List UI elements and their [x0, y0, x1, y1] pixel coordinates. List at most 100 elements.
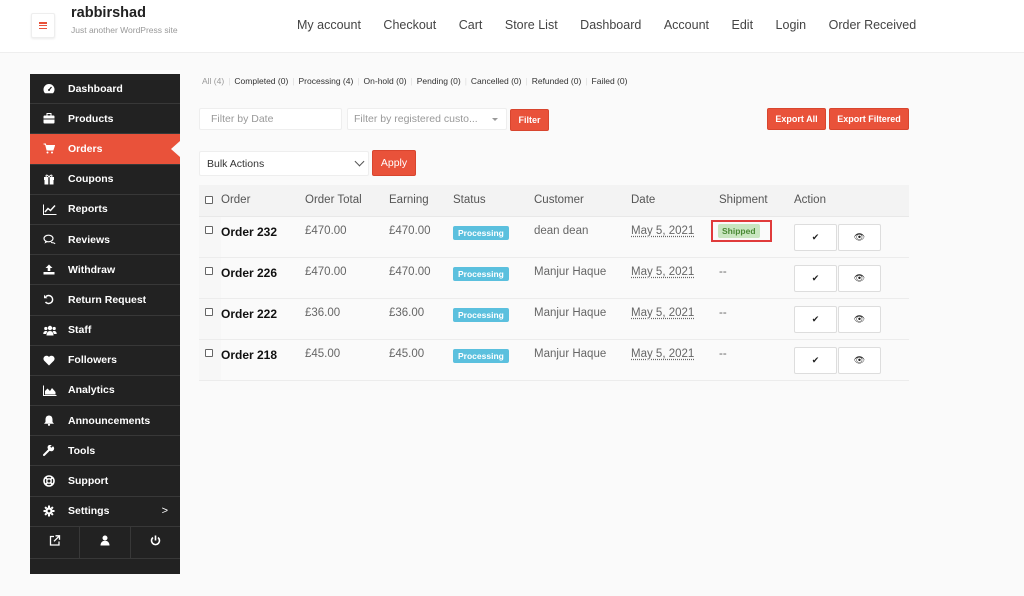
- visit-store-button[interactable]: [30, 526, 81, 558]
- col-order-total[interactable]: Order Total: [305, 185, 389, 217]
- sidebar-item-label: Coupons: [68, 173, 114, 186]
- status-filter-pending[interactable]: Pending (0): [417, 76, 461, 86]
- nav-edit[interactable]: Edit: [732, 18, 754, 32]
- col-date[interactable]: Date: [631, 185, 719, 217]
- nav-account[interactable]: Account: [664, 18, 709, 32]
- separator: |: [228, 76, 231, 86]
- sidebar-item-withdraw[interactable]: Withdraw: [30, 255, 180, 286]
- customer-filter-select[interactable]: Filter by registered custo...: [347, 108, 507, 130]
- col-earning[interactable]: Earning: [389, 185, 453, 217]
- apply-button[interactable]: Apply: [372, 150, 416, 176]
- sidebar-item-return-request[interactable]: Return Request: [30, 285, 180, 316]
- order-link[interactable]: Order 226: [221, 266, 277, 280]
- col-status[interactable]: Status: [453, 185, 534, 217]
- user-icon: [100, 533, 110, 551]
- order-total: £45.00: [305, 339, 389, 381]
- view-order-button[interactable]: 👁: [838, 346, 881, 374]
- sidebar-item-analytics[interactable]: Analytics: [30, 376, 180, 407]
- export-filtered-button[interactable]: Export Filtered: [829, 108, 909, 130]
- row-select-cell: [199, 298, 221, 340]
- col-customer[interactable]: Customer: [534, 185, 631, 217]
- sidebar-item-coupons[interactable]: Coupons: [30, 165, 180, 195]
- order-link[interactable]: Order 232: [221, 225, 277, 239]
- view-order-button[interactable]: 👁: [838, 264, 881, 292]
- col-shipment: Shipment: [719, 185, 794, 217]
- main-nav: My account Checkout Cart Store List Dash…: [297, 18, 939, 32]
- menu-toggle-button[interactable]: [31, 13, 55, 38]
- order-earning: £470.00: [389, 216, 453, 258]
- status-badge: Processing: [453, 307, 509, 322]
- status-filter-cancelled[interactable]: Cancelled (0): [471, 76, 522, 86]
- shipment-status: --: [719, 298, 794, 340]
- shipment-badge: Shipped: [718, 223, 760, 238]
- filter-button[interactable]: Filter: [510, 109, 549, 131]
- edit-account-button[interactable]: [80, 526, 131, 558]
- complete-order-button[interactable]: ✔: [794, 346, 837, 374]
- separator: |: [525, 76, 528, 86]
- view-order-button[interactable]: 👁: [838, 305, 881, 333]
- separator: |: [292, 76, 295, 86]
- view-order-button[interactable]: 👁: [838, 223, 881, 251]
- separator: |: [464, 76, 467, 86]
- sidebar-item-staff[interactable]: Staff: [30, 316, 180, 346]
- chevron-down-icon: [354, 156, 365, 167]
- logout-button[interactable]: [131, 527, 180, 558]
- sidebar-item-products[interactable]: Products: [30, 104, 180, 135]
- row-checkbox[interactable]: [205, 266, 213, 275]
- cart-icon: [30, 143, 68, 154]
- sidebar-item-label: Staff: [68, 324, 92, 337]
- order-status-filter: All (4) | Completed (0) | Processing (4) | …: [202, 76, 627, 86]
- nav-my-account[interactable]: My account: [297, 18, 361, 32]
- external-link-icon: [49, 533, 61, 551]
- complete-order-button[interactable]: ✔: [794, 223, 837, 251]
- date-filter-input[interactable]: Filter by Date: [199, 108, 342, 130]
- nav-login[interactable]: Login: [776, 18, 807, 32]
- separator: |: [410, 76, 413, 86]
- dashboard-icon: [30, 83, 68, 94]
- nav-store-list[interactable]: Store List: [505, 18, 558, 32]
- sidebar-item-settings[interactable]: Settings >: [30, 497, 180, 527]
- nav-order-received[interactable]: Order Received: [829, 18, 917, 32]
- complete-order-button[interactable]: ✔: [794, 305, 837, 333]
- sidebar-item-support[interactable]: Support: [30, 466, 180, 497]
- briefcase-icon: [30, 113, 68, 124]
- order-customer: Manjur Haque: [534, 257, 631, 299]
- order-customer: dean dean: [534, 216, 631, 258]
- sidebar-item-reviews[interactable]: Reviews: [30, 225, 180, 256]
- sidebar-item-followers[interactable]: Followers: [30, 346, 180, 376]
- upload-icon: [30, 264, 68, 275]
- sidebar-item-label: Products: [68, 112, 114, 125]
- sidebar-item-reports[interactable]: Reports: [30, 195, 180, 225]
- site-title[interactable]: rabbirshad: [71, 5, 146, 21]
- table-row: Order 222 £36.00 £36.00 Processing Manju…: [199, 298, 909, 340]
- nav-cart[interactable]: Cart: [459, 18, 483, 32]
- status-filter-refunded[interactable]: Refunded (0): [532, 76, 582, 86]
- nav-checkout[interactable]: Checkout: [383, 18, 436, 32]
- sidebar-item-orders[interactable]: Orders: [30, 134, 180, 165]
- status-filter-on-hold[interactable]: On-hold (0): [364, 76, 407, 86]
- sidebar-item-tools[interactable]: Tools: [30, 436, 180, 467]
- shipment-status: --: [719, 339, 794, 381]
- sidebar-item-announcements[interactable]: Announcements: [30, 406, 180, 437]
- order-link[interactable]: Order 222: [221, 307, 277, 321]
- row-checkbox[interactable]: [205, 307, 213, 316]
- row-checkbox[interactable]: [205, 348, 213, 357]
- row-checkbox[interactable]: [205, 225, 213, 234]
- table-row: Order 232 £470.00 £470.00 Processing dea…: [199, 216, 909, 258]
- shipment-status: --: [719, 257, 794, 299]
- export-all-button[interactable]: Export All: [767, 108, 826, 130]
- complete-order-button[interactable]: ✔: [794, 264, 837, 292]
- sidebar-item-dashboard[interactable]: Dashboard: [30, 74, 180, 105]
- status-filter-failed[interactable]: Failed (0): [592, 76, 628, 86]
- status-filter-all[interactable]: All (4): [202, 76, 224, 86]
- col-order[interactable]: Order: [221, 185, 305, 217]
- select-all-checkbox[interactable]: [205, 195, 213, 204]
- status-filter-processing[interactable]: Processing (4): [299, 76, 354, 86]
- life-ring-icon: [30, 475, 68, 487]
- bulk-actions-select[interactable]: Bulk Actions: [199, 151, 369, 176]
- status-filter-completed[interactable]: Completed (0): [234, 76, 288, 86]
- check-icon: ✔: [811, 354, 820, 365]
- nav-dashboard[interactable]: Dashboard: [580, 18, 641, 32]
- orders-table: Order Order Total Earning Status Custome…: [199, 185, 909, 381]
- order-link[interactable]: Order 218: [221, 348, 277, 362]
